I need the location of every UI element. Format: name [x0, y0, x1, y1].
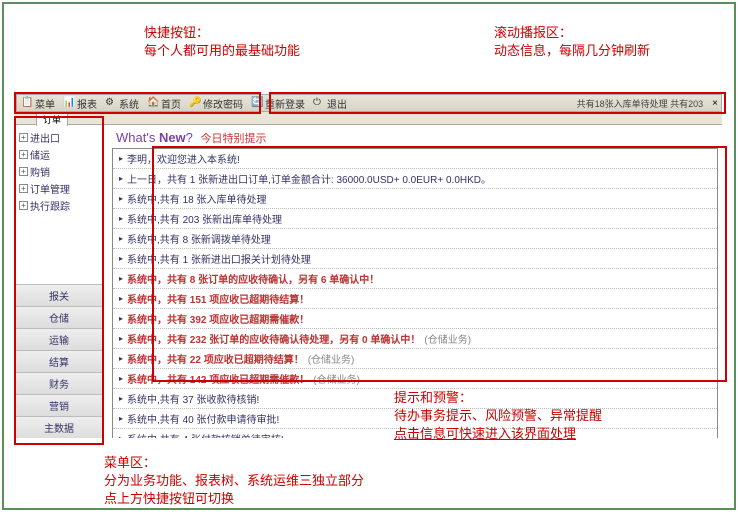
tree-item[interactable]: +进出口 [19, 129, 99, 146]
alert-message[interactable]: 李明，欢迎您进入本系统! [113, 149, 717, 169]
annotation-title: 快捷按钮： [144, 25, 209, 40]
tree-item[interactable]: +订单管理 [19, 180, 99, 197]
sidebar: +进出口+储运+购销+订单管理+执行跟踪 报关仓储运输结算财务营销主数据 [16, 126, 102, 438]
key-icon: 🔑 [189, 97, 201, 109]
alert-message[interactable]: 上一日，共有 1 张新进出口订单,订单金额合计: 36000.0USD+ 0.0… [113, 169, 717, 189]
change-password-button[interactable]: 🔑修改密码 [185, 96, 247, 111]
expand-icon[interactable]: + [19, 184, 28, 193]
expand-icon[interactable]: + [19, 201, 28, 210]
bottom-menu: 报关仓储运输结算财务营销主数据 [16, 284, 102, 438]
tree-label: 储运 [30, 147, 50, 162]
tree-item[interactable]: +执行跟踪 [19, 197, 99, 214]
alert-message[interactable]: 系统中，共有 8 张订单的应收待确认，另有 6 单确认中！ [113, 269, 717, 289]
tab-orders[interactable]: 订单 [36, 112, 68, 126]
annotation-desc: 待办事务提示、风险预警、异常提醒 [394, 408, 602, 423]
annotation-title: 滚动播报区： [494, 25, 572, 40]
tree: +进出口+储运+购销+订单管理+执行跟踪 [16, 126, 102, 217]
tree-label: 购销 [30, 164, 50, 179]
alert-message[interactable]: 系统中,共有 18 张入库单待处理 [113, 189, 717, 209]
alert-message[interactable]: 系统中，共有 151 项应收已超期待结算！ [113, 289, 717, 309]
alert-message[interactable]: 系统中，共有 392 项应收已超期需催款！ [113, 309, 717, 329]
tree-item[interactable]: +购销 [19, 163, 99, 180]
annotation-desc: 点上方快捷按钮可切换 [104, 491, 234, 506]
menu-button[interactable]: 📋菜单 [17, 96, 59, 111]
ticker-text: 共有18张入库单待处理 共有203 [577, 97, 710, 110]
tree-label: 进出口 [30, 130, 60, 145]
bottom-menu-item[interactable]: 报关 [16, 284, 102, 306]
relogin-button[interactable]: 🔄重新登录 [247, 96, 309, 111]
annotation-desc: 分为业务功能、报表树、系统运维三独立部分 [104, 473, 364, 488]
annotation-desc: 每个人都可用的最基础功能 [144, 43, 300, 58]
alert-message[interactable]: 系统中，共有 22 项应收已超期待结算！(仓储业务) [113, 349, 717, 369]
system-button[interactable]: ⚙系统 [101, 96, 143, 111]
alert-message[interactable]: 系统中，共有 142 项应收已超期需催款！(仓储业务) [113, 369, 717, 389]
expand-icon[interactable]: + [19, 167, 28, 176]
home-button[interactable]: 🏠首页 [143, 96, 185, 111]
bottom-menu-item[interactable]: 运输 [16, 328, 102, 350]
relogin-icon: 🔄 [251, 97, 263, 109]
bottom-menu-item[interactable]: 营销 [16, 394, 102, 416]
exit-button[interactable]: ⏻退出 [309, 96, 351, 111]
report-icon: 📊 [63, 97, 75, 109]
bottom-menu-item[interactable]: 结算 [16, 350, 102, 372]
expand-icon[interactable]: + [19, 150, 28, 159]
whatsnew-header: What's New? 今日特别提示 [108, 126, 722, 148]
exit-icon: ⏻ [313, 97, 325, 109]
alert-message[interactable]: 系统中,共有 203 张新出库单待处理 [113, 209, 717, 229]
system-icon: ⚙ [105, 97, 117, 109]
tree-label: 订单管理 [30, 181, 70, 196]
bottom-menu-item[interactable]: 主数据 [16, 416, 102, 438]
alert-message[interactable]: 系统中,共有 1 张新进出口报关计划待处理 [113, 249, 717, 269]
home-icon: 🏠 [147, 97, 159, 109]
report-button[interactable]: 📊报表 [59, 96, 101, 111]
expand-icon[interactable]: + [19, 133, 28, 142]
toolbar: 📋菜单 📊报表 ⚙系统 🏠首页 🔑修改密码 🔄重新登录 ⏻退出 共有18张入库单… [16, 94, 722, 112]
bottom-menu-item[interactable]: 财务 [16, 372, 102, 394]
bottom-menu-item[interactable]: 仓储 [16, 306, 102, 328]
ticker-close-button[interactable]: × [709, 98, 721, 109]
alert-message[interactable]: 系统中,共有 8 张新调拨单待处理 [113, 229, 717, 249]
annotation-title: 菜单区： [104, 455, 156, 470]
tree-item[interactable]: +储运 [19, 146, 99, 163]
annotation-desc: 点击信息可快速进入该界面处理 [394, 426, 576, 441]
alert-message[interactable]: 系统中，共有 232 张订单的应收待确认待处理，另有 0 单确认中！(仓储业务) [113, 329, 717, 349]
annotation-desc: 动态信息，每隔几分钟刷新 [494, 43, 650, 58]
annotation-title: 提示和预警： [394, 390, 472, 405]
tree-label: 执行跟踪 [30, 198, 70, 213]
menu-icon: 📋 [21, 97, 33, 109]
tab-strip: 订单 [16, 112, 722, 125]
